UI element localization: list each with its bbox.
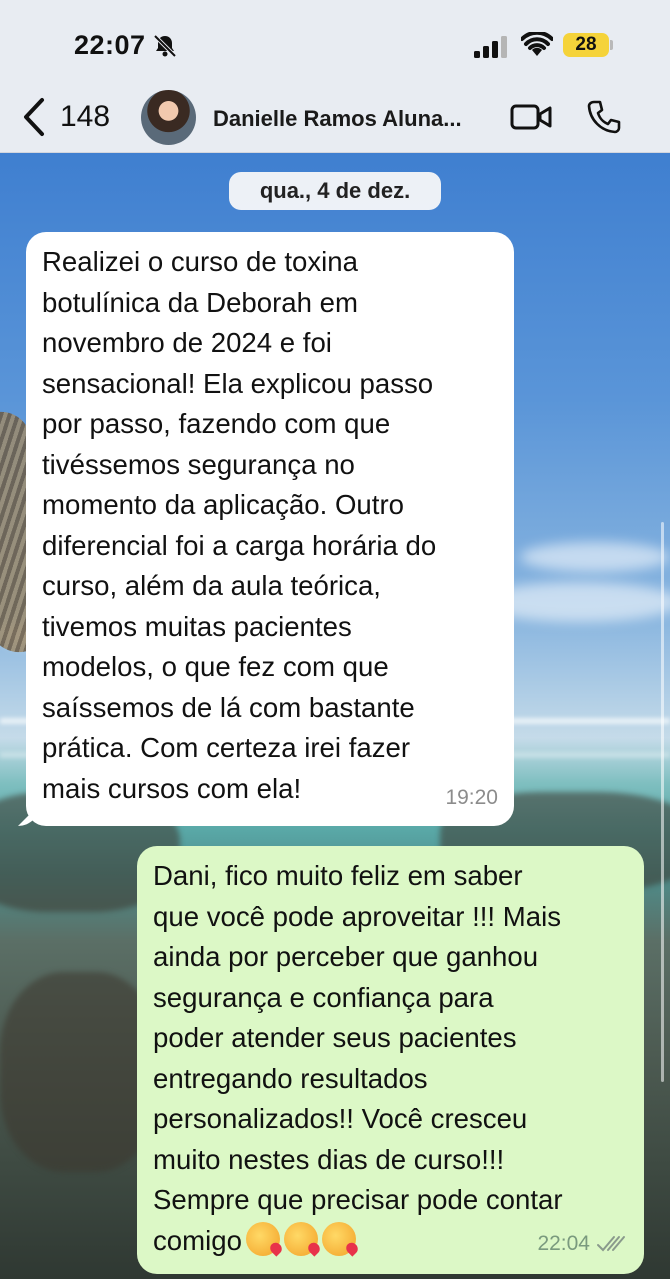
back-unread-count[interactable]: 148 <box>60 100 110 134</box>
incoming-message-bubble[interactable]: Realizei o curso de toxina botulínica da… <box>26 232 514 826</box>
message-time: 22:04 <box>537 1231 590 1255</box>
double-check-icon <box>597 1235 625 1252</box>
wifi-icon <box>521 32 553 56</box>
kiss-emoji-icon <box>321 1221 356 1256</box>
battery-icon: 28 <box>563 33 609 57</box>
kiss-emoji-icon <box>245 1221 280 1256</box>
bell-slash-icon <box>153 34 177 58</box>
kiss-emoji-icon <box>283 1221 318 1256</box>
chat-header: 22:07 28 148 Danielle Ramos Aluna... <box>0 0 670 153</box>
phone-icon[interactable] <box>586 99 622 135</box>
message-text: Realizei o curso de toxina botulínica da… <box>42 246 437 804</box>
chevron-left-icon[interactable] <box>20 96 50 138</box>
message-text: Dani, fico muito feliz em saber que você… <box>153 860 563 1256</box>
contact-name[interactable]: Danielle Ramos Aluna... <box>213 106 498 132</box>
date-separator: qua., 4 de dez. <box>229 172 441 210</box>
avatar[interactable] <box>141 90 196 145</box>
status-time: 22:07 <box>74 30 146 60</box>
message-meta: 22:04 <box>537 1224 628 1265</box>
message-time: 19:20 <box>445 785 498 809</box>
cellular-signal-icon <box>474 36 507 58</box>
video-camera-icon[interactable] <box>510 102 552 132</box>
battery-tip <box>610 40 613 50</box>
outgoing-message-bubble[interactable]: Dani, fico muito feliz em saber que você… <box>137 846 644 1274</box>
scrollbar[interactable] <box>661 522 664 1082</box>
